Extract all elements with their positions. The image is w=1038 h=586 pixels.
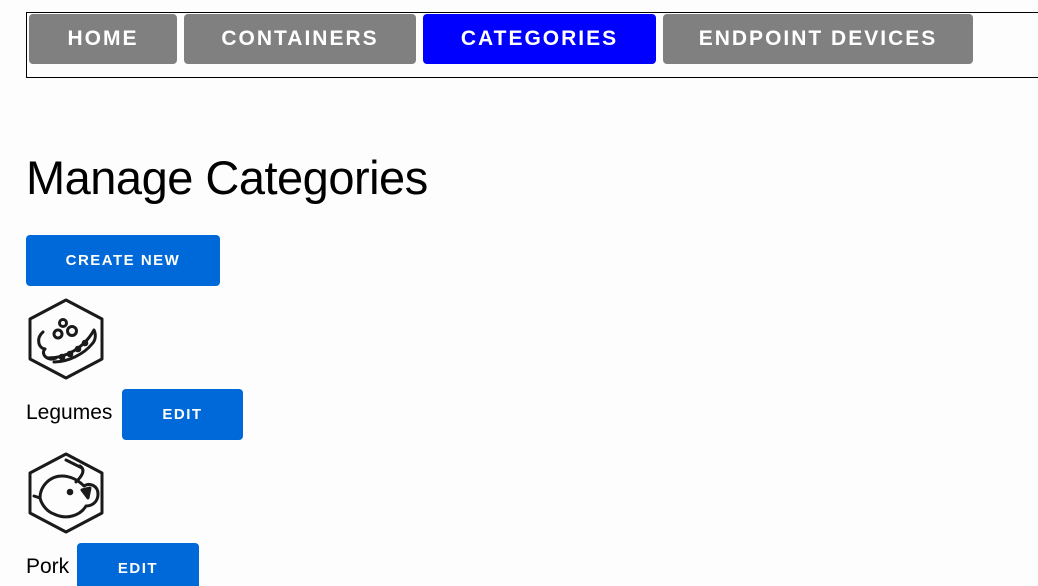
top-navbar: HOME CONTAINERS CATEGORIES ENDPOINT DEVI… [26,12,1038,78]
nav-containers-button[interactable]: CONTAINERS [184,14,416,64]
legumes-icon [26,298,106,380]
pig-icon [26,452,106,534]
edit-legumes-button[interactable]: EDIT [122,389,243,440]
nav-home-button[interactable]: HOME [29,14,177,64]
category-name-pork: Pork [26,555,70,578]
nav-endpoint-devices-button[interactable]: ENDPOINT DEVICES [663,14,973,64]
create-new-button[interactable]: CREATE NEW [26,235,220,286]
page: HOME CONTAINERS CATEGORIES ENDPOINT DEVI… [0,0,1038,586]
category-name-legumes: Legumes [26,401,113,424]
edit-pork-button[interactable]: EDIT [77,543,199,586]
page-title: Manage Categories [26,151,428,204]
nav-categories-button[interactable]: CATEGORIES [423,14,656,64]
